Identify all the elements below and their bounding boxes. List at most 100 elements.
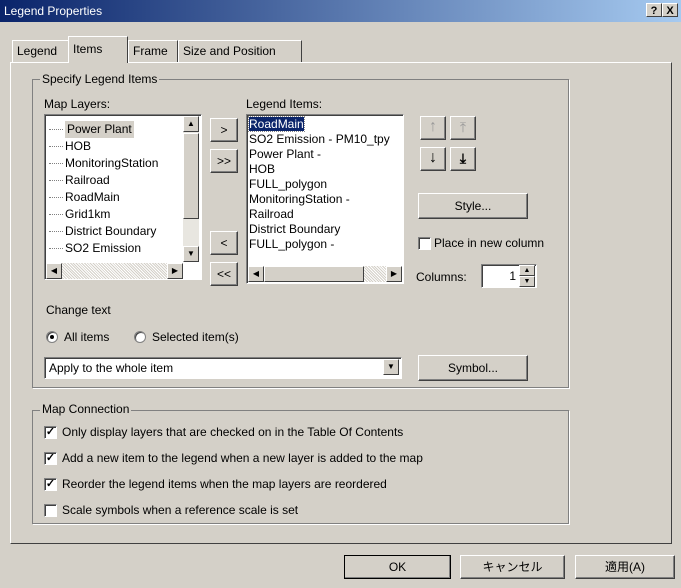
map-layers-list[interactable]: Power Plant HOB MonitoringStation Railroad R… bbox=[44, 114, 202, 280]
tab-size-position[interactable]: Size and Position bbox=[178, 40, 302, 62]
move-to-bottom-icon[interactable]: ⤓ bbox=[450, 147, 476, 171]
change-text-label: Change text bbox=[46, 303, 111, 317]
map-connection-checkbox[interactable] bbox=[44, 504, 57, 517]
map-layers-vscroll-thumb[interactable] bbox=[183, 133, 199, 219]
legend-item-label: Railroad bbox=[249, 207, 294, 221]
window-title: Legend Properties bbox=[4, 4, 103, 18]
map-connection-label: Map Connection bbox=[40, 402, 132, 416]
legend-item[interactable]: District Boundary bbox=[249, 222, 390, 237]
tree-line-icon bbox=[49, 214, 63, 215]
move-up-icon[interactable]: ↑ bbox=[420, 116, 446, 140]
scroll-left-icon[interactable]: ◀ bbox=[46, 263, 62, 279]
style-button[interactable]: Style... bbox=[418, 193, 528, 219]
legend-items-label: Legend Items: bbox=[246, 97, 323, 111]
columns-label: Columns: bbox=[416, 270, 467, 284]
radio-selected-items[interactable] bbox=[134, 331, 146, 343]
title-bar: Legend Properties ? X bbox=[0, 0, 681, 22]
legend-items-list[interactable]: RoadMain SO2 Emission - PM10_tpy Power Pla… bbox=[246, 114, 404, 284]
legend-items-hscroll[interactable]: ◀ ▶ bbox=[248, 266, 402, 282]
legend-item-label: RoadMain bbox=[248, 116, 305, 132]
map-layer-item[interactable]: District Boundary bbox=[49, 223, 158, 240]
map-connection-checkbox[interactable]: ✓ bbox=[44, 452, 57, 465]
stepper-up-icon[interactable]: ▲ bbox=[519, 265, 535, 276]
scroll-up-icon[interactable]: ▲ bbox=[183, 116, 199, 132]
radio-all-items-label: All items bbox=[64, 330, 110, 344]
map-layer-item[interactable]: HOB bbox=[49, 138, 158, 155]
specify-group-label: Specify Legend Items bbox=[40, 72, 160, 86]
map-layer-item[interactable]: RoadMain bbox=[49, 189, 158, 206]
tree-line-icon bbox=[49, 129, 63, 130]
legend-item-label: SO2 Emission - PM10_tpy bbox=[249, 132, 390, 146]
radio-all-items[interactable] bbox=[46, 331, 58, 343]
scroll-right-icon[interactable]: ▶ bbox=[386, 266, 402, 282]
map-connection-option-label: Only display layers that are checked on … bbox=[62, 425, 404, 439]
legend-item-label: Power Plant - bbox=[249, 147, 322, 161]
map-layer-item[interactable]: Railroad bbox=[49, 172, 158, 189]
tree-line-icon bbox=[49, 248, 63, 249]
tree-line-icon bbox=[49, 197, 63, 198]
chevron-down-icon[interactable]: ▼ bbox=[383, 359, 399, 375]
tree-line-icon bbox=[49, 231, 63, 232]
help-button[interactable]: ? bbox=[646, 3, 662, 17]
add-item-button[interactable]: > bbox=[210, 118, 238, 142]
legend-item[interactable]: HOB bbox=[249, 162, 390, 177]
legend-item-label: District Boundary bbox=[249, 222, 341, 236]
legend-item-label: MonitoringStation - bbox=[249, 192, 350, 206]
ok-button[interactable]: OK bbox=[344, 555, 451, 579]
legend-item[interactable]: Railroad bbox=[249, 207, 390, 222]
legend-item[interactable]: FULL_polygon - bbox=[249, 237, 390, 252]
map-layer-item[interactable]: MonitoringStation bbox=[49, 155, 158, 172]
map-connection-option-label: Scale symbols when a reference scale is … bbox=[62, 503, 299, 517]
map-layers-label: Map Layers: bbox=[44, 97, 111, 111]
map-layers-hscroll[interactable]: ◀ ▶ bbox=[46, 263, 183, 279]
legend-item[interactable]: RoadMain bbox=[248, 116, 390, 132]
tab-items[interactable]: Items bbox=[68, 36, 128, 63]
map-layer-label: SO2 Emission bbox=[65, 241, 142, 255]
map-layer-item[interactable]: SO2 Emission bbox=[49, 240, 158, 257]
tree-line-icon bbox=[49, 163, 63, 164]
tree-line-icon bbox=[49, 146, 63, 147]
map-layer-label: District Boundary bbox=[65, 224, 157, 238]
apply-text-select[interactable]: Apply to the whole item ▼ bbox=[44, 357, 402, 379]
tab-frame[interactable]: Frame bbox=[128, 40, 178, 62]
radio-selected-items-label: Selected item(s) bbox=[152, 330, 239, 344]
map-connection-checkbox[interactable]: ✓ bbox=[44, 426, 57, 439]
move-down-icon[interactable]: ↓ bbox=[420, 147, 446, 171]
legend-item[interactable]: MonitoringStation - bbox=[249, 192, 390, 207]
map-layer-item[interactable]: Power Plant bbox=[49, 121, 158, 138]
close-button[interactable]: X bbox=[662, 3, 678, 17]
tab-legend[interactable]: Legend bbox=[12, 40, 70, 62]
legend-item[interactable]: Power Plant - bbox=[249, 147, 390, 162]
map-connection-option-label: Reorder the legend items when the map la… bbox=[62, 477, 387, 491]
cancel-button[interactable]: キャンセル bbox=[460, 555, 565, 579]
symbol-button[interactable]: Symbol... bbox=[418, 355, 528, 381]
map-layer-item[interactable]: Grid1km bbox=[49, 206, 158, 223]
remove-all-items-button[interactable]: << bbox=[210, 262, 238, 286]
add-all-items-button[interactable]: >> bbox=[210, 149, 238, 173]
map-layer-label: Railroad bbox=[65, 173, 110, 187]
tree-line-icon bbox=[49, 180, 63, 181]
map-layer-label: HOB bbox=[65, 139, 92, 153]
legend-item-label: FULL_polygon - bbox=[249, 237, 335, 251]
tab-frame-label: Frame bbox=[133, 44, 168, 58]
legend-item-label: FULL_polygon bbox=[249, 177, 328, 191]
map-layer-label: Grid1km bbox=[65, 207, 111, 221]
legend-items-hscroll-thumb[interactable] bbox=[264, 266, 364, 282]
remove-item-button[interactable]: < bbox=[210, 231, 238, 255]
tab-legend-label: Legend bbox=[17, 44, 58, 58]
apply-button[interactable]: 適用(A) bbox=[575, 555, 675, 579]
stepper-down-icon[interactable]: ▼ bbox=[519, 276, 535, 287]
scroll-right-icon[interactable]: ▶ bbox=[167, 263, 183, 279]
columns-value: 1 bbox=[509, 269, 516, 283]
map-connection-checkbox[interactable]: ✓ bbox=[44, 478, 57, 491]
map-layer-label: MonitoringStation bbox=[65, 156, 159, 170]
scroll-down-icon[interactable]: ▼ bbox=[183, 246, 199, 262]
map-layers-vscroll[interactable]: ▲ ▼ bbox=[183, 116, 199, 262]
scroll-left-icon[interactable]: ◀ bbox=[248, 266, 264, 282]
legend-item[interactable]: SO2 Emission - PM10_tpy bbox=[249, 132, 390, 147]
legend-item[interactable]: FULL_polygon bbox=[249, 177, 390, 192]
move-to-top-icon[interactable]: ⤒ bbox=[450, 116, 476, 140]
place-new-column-checkbox[interactable] bbox=[418, 237, 431, 250]
columns-stepper[interactable]: 1 ▲ ▼ bbox=[481, 264, 537, 288]
place-new-column-label: Place in new column bbox=[434, 236, 545, 250]
